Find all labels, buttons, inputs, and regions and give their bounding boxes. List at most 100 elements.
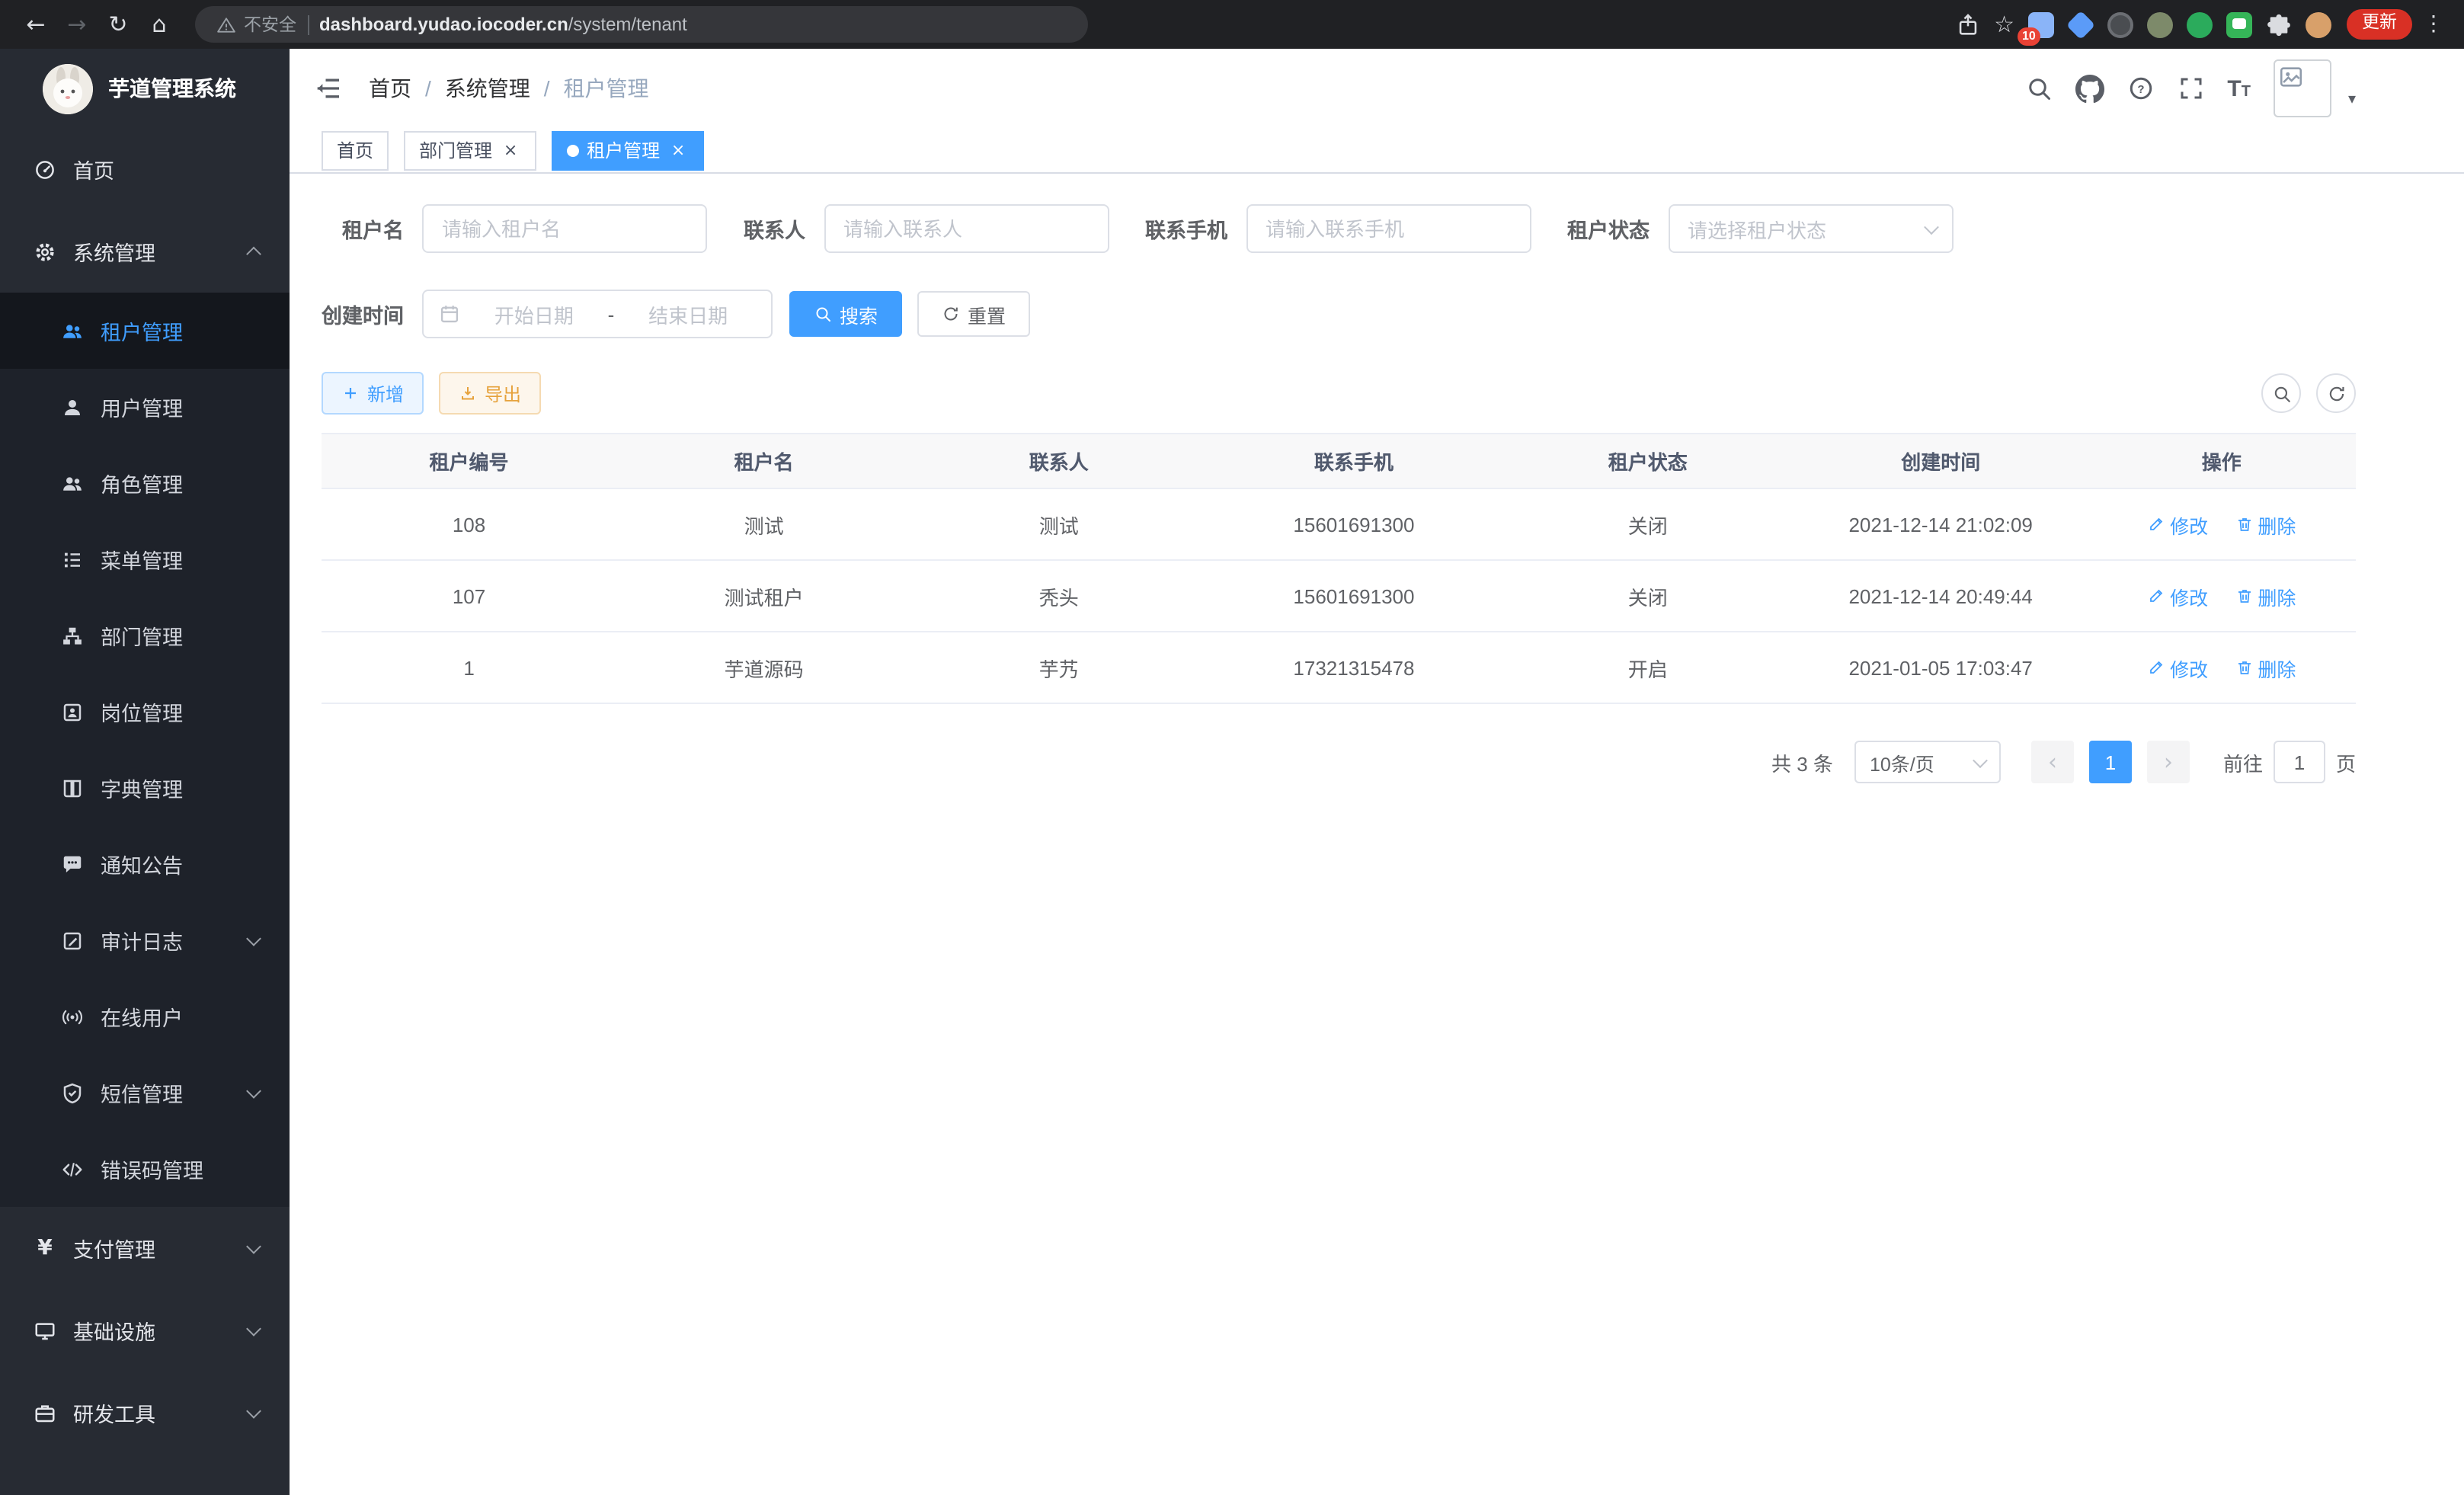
help-question-icon[interactable]: ? bbox=[2126, 75, 2154, 102]
close-icon[interactable]: × bbox=[500, 139, 521, 161]
cell-tenant-name: 测试租户 bbox=[616, 560, 911, 632]
sidebar-item-dict-management[interactable]: 字典管理 bbox=[0, 750, 290, 826]
delete-button[interactable]: 删除 bbox=[2235, 581, 2296, 610]
trash-icon bbox=[2235, 515, 2253, 533]
contact-label: 联系人 bbox=[744, 213, 824, 244]
extension-icon-5[interactable] bbox=[2187, 11, 2213, 37]
sidebar-item-dev-tools[interactable]: 研发工具 bbox=[0, 1372, 290, 1454]
goto-page-input[interactable] bbox=[2274, 741, 2325, 783]
sidebar-item-user-management[interactable]: 用户管理 bbox=[0, 369, 290, 445]
extensions-puzzle-icon[interactable] bbox=[2266, 11, 2292, 37]
sidebar-item-audit-log[interactable]: 审计日志 bbox=[0, 902, 290, 978]
address-bar[interactable]: 不安全 dashboard.yudao.iocoder.cn/system/te… bbox=[195, 6, 1089, 43]
sidebar-item-label: 通知公告 bbox=[101, 849, 183, 879]
tab-tenant-management[interactable]: 租户管理 × bbox=[552, 130, 704, 170]
calendar-icon bbox=[439, 303, 460, 325]
main-content: 租户名 联系人 联系手机 租户状态 请选择租户状态 创建时间 bbox=[290, 174, 2464, 1495]
reset-button[interactable]: 重置 bbox=[917, 291, 1030, 337]
browser-menu-icon[interactable]: ⋮ bbox=[2418, 12, 2449, 37]
cell-status: 关闭 bbox=[1502, 488, 1794, 560]
cell-phone: 15601691300 bbox=[1206, 560, 1501, 632]
browser-home-icon[interactable]: ⌂ bbox=[139, 4, 180, 45]
next-page-button[interactable]: › bbox=[2147, 741, 2190, 783]
add-button[interactable]: 新增 bbox=[322, 372, 424, 415]
online-users-icon bbox=[61, 1005, 84, 1028]
filter-status: 租户状态 请选择租户状态 bbox=[1567, 204, 1953, 253]
edit-button[interactable]: 修改 bbox=[2147, 581, 2208, 610]
extension-icon-4[interactable] bbox=[2147, 11, 2173, 37]
page-size-select[interactable]: 10条/页 bbox=[1854, 741, 2001, 783]
tags-view-bar: 首页 部门管理 × 租户管理 × bbox=[290, 128, 2464, 174]
cell-created: 2021-12-14 20:49:44 bbox=[1794, 560, 2087, 632]
bookmark-star-icon[interactable]: ☆ bbox=[1994, 11, 2014, 38]
security-status[interactable]: 不安全 bbox=[216, 12, 296, 37]
browser-back-icon[interactable]: ← bbox=[15, 4, 56, 45]
sidebar-item-post-management[interactable]: 岗位管理 bbox=[0, 674, 290, 750]
browser-reload-icon[interactable]: ↻ bbox=[98, 4, 139, 45]
date-end-placeholder: 结束日期 bbox=[620, 299, 756, 328]
font-size-icon[interactable]: TT bbox=[2227, 77, 2251, 100]
sidebar-item-dept-management[interactable]: 部门管理 bbox=[0, 597, 290, 674]
browser-update-button[interactable]: 更新 bbox=[2347, 10, 2412, 40]
close-icon[interactable]: × bbox=[667, 139, 689, 161]
sidebar-item-label: 部门管理 bbox=[101, 620, 183, 651]
contact-input[interactable] bbox=[824, 204, 1109, 253]
filter-row-1: 租户名 联系人 联系手机 租户状态 请选择租户状态 bbox=[322, 204, 2356, 253]
edit-button[interactable]: 修改 bbox=[2147, 653, 2208, 682]
sidebar-item-label: 首页 bbox=[73, 154, 114, 184]
search-toggle-button[interactable] bbox=[2261, 373, 2301, 413]
sidebar-item-notice[interactable]: 通知公告 bbox=[0, 826, 290, 902]
phone-input[interactable] bbox=[1246, 204, 1531, 253]
sidebar-collapse-icon[interactable] bbox=[312, 73, 343, 104]
breadcrumb-separator: / bbox=[425, 76, 431, 101]
extension-icon-6[interactable] bbox=[2226, 11, 2252, 37]
search-button[interactable]: 搜索 bbox=[789, 291, 902, 337]
sidebar-item-home[interactable]: 首页 bbox=[0, 128, 290, 210]
extension-icon-2[interactable] bbox=[2066, 10, 2095, 39]
breadcrumb-home[interactable]: 首页 bbox=[369, 73, 411, 104]
col-actions: 操作 bbox=[2087, 434, 2356, 488]
date-start-placeholder: 开始日期 bbox=[466, 299, 602, 328]
github-icon[interactable] bbox=[2075, 74, 2104, 103]
browser-profile-avatar[interactable] bbox=[2306, 11, 2331, 37]
sidebar-item-label: 支付管理 bbox=[73, 1233, 155, 1263]
app-logo[interactable]: 芋道管理系统 bbox=[0, 49, 290, 128]
date-range-picker[interactable]: 开始日期 - 结束日期 bbox=[422, 290, 773, 338]
sidebar-item-label: 字典管理 bbox=[101, 773, 183, 803]
sidebar-item-tenant-management[interactable]: 租户管理 bbox=[0, 293, 290, 369]
sidebar-item-system-management[interactable]: 系统管理 bbox=[0, 210, 290, 293]
pencil-icon bbox=[2147, 658, 2165, 677]
status-select[interactable]: 请选择租户状态 bbox=[1668, 204, 1953, 253]
tab-dept-management[interactable]: 部门管理 × bbox=[404, 130, 536, 170]
sidebar-item-online-users[interactable]: 在线用户 bbox=[0, 978, 290, 1055]
edit-button[interactable]: 修改 bbox=[2147, 510, 2208, 539]
sidebar-item-infrastructure[interactable]: 基础设施 bbox=[0, 1289, 290, 1372]
delete-button[interactable]: 删除 bbox=[2235, 653, 2296, 682]
avatar-caret-icon[interactable]: ▾ bbox=[2348, 91, 2356, 117]
extension-icon-1[interactable]: 10 bbox=[2028, 11, 2054, 37]
goto-unit-label: 页 bbox=[2336, 748, 2356, 776]
chevron-down-icon bbox=[1923, 219, 1938, 234]
sidebar-item-payment[interactable]: ¥ 支付管理 bbox=[0, 1207, 290, 1289]
sidebar-item-error-code[interactable]: 错误码管理 bbox=[0, 1131, 290, 1207]
breadcrumb-system[interactable]: 系统管理 bbox=[445, 73, 530, 104]
refresh-button[interactable] bbox=[2316, 373, 2356, 413]
current-page-button[interactable]: 1 bbox=[2089, 741, 2132, 783]
tab-home[interactable]: 首页 bbox=[322, 130, 389, 170]
fullscreen-icon[interactable] bbox=[2177, 75, 2204, 102]
prev-page-button[interactable]: ‹ bbox=[2031, 741, 2074, 783]
share-icon[interactable] bbox=[1954, 11, 1980, 37]
search-icon[interactable] bbox=[2024, 75, 2052, 102]
sidebar-item-sms-management[interactable]: 短信管理 bbox=[0, 1055, 290, 1131]
sidebar-item-menu-management[interactable]: 菜单管理 bbox=[0, 521, 290, 597]
tenant-name-input[interactable] bbox=[422, 204, 707, 253]
filter-contact: 联系人 bbox=[744, 204, 1109, 253]
tenant-name-label: 租户名 bbox=[322, 213, 422, 244]
sidebar-item-role-management[interactable]: 角色管理 bbox=[0, 445, 290, 521]
chevron-down-icon bbox=[246, 931, 261, 946]
export-button[interactable]: 导出 bbox=[439, 372, 541, 415]
user-avatar[interactable] bbox=[2274, 59, 2331, 117]
extension-icon-3[interactable] bbox=[2107, 11, 2133, 37]
browser-forward-icon[interactable]: → bbox=[56, 4, 98, 45]
delete-button[interactable]: 删除 bbox=[2235, 510, 2296, 539]
